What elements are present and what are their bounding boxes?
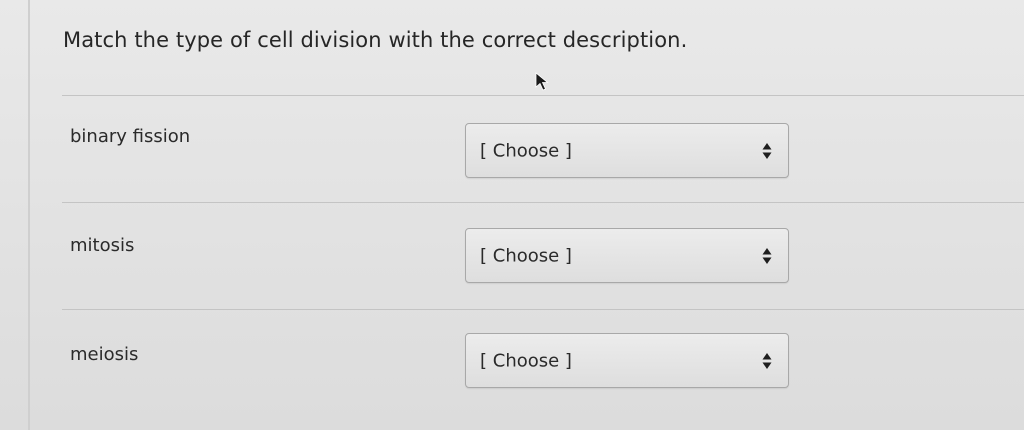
quiz-page: Match the type of cell division with the…	[0, 0, 1024, 430]
select-value: [ Choose ]	[480, 140, 572, 161]
question-title: Match the type of cell division with the…	[63, 28, 688, 52]
question-divider	[62, 95, 1024, 96]
up-down-arrows-icon	[762, 142, 772, 159]
select-meiosis[interactable]: [ Choose ]	[465, 333, 789, 388]
term-meiosis: meiosis	[70, 344, 139, 365]
select-binary-fission[interactable]: [ Choose ]	[465, 123, 789, 178]
row-divider	[62, 309, 1024, 310]
select-value: [ Choose ]	[480, 350, 572, 371]
term-binary-fission: binary fission	[70, 126, 191, 147]
up-down-arrows-icon	[762, 247, 772, 264]
mouse-cursor-icon	[535, 72, 549, 91]
content-left-border	[28, 0, 30, 430]
row-divider	[62, 202, 1024, 203]
select-value: [ Choose ]	[480, 245, 572, 266]
select-mitosis[interactable]: [ Choose ]	[465, 228, 789, 283]
up-down-arrows-icon	[762, 352, 772, 369]
term-mitosis: mitosis	[70, 235, 135, 256]
